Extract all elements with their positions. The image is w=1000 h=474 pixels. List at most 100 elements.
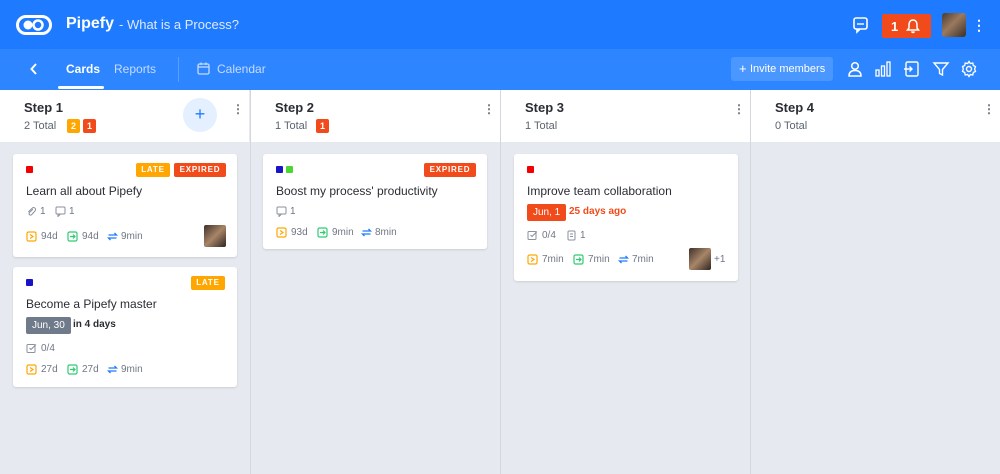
column-title[interactable]: Step 1 xyxy=(24,100,63,115)
tab-cards[interactable]: Cards xyxy=(66,62,100,76)
total-time-icon xyxy=(67,231,78,242)
cycle-time: 7min xyxy=(632,254,654,265)
checklist-progress: 0/4 xyxy=(41,343,55,354)
cycle-time-icon xyxy=(107,232,118,241)
time-in-phase-icon xyxy=(527,254,538,265)
settings-icon[interactable] xyxy=(960,60,978,78)
total-time-icon xyxy=(67,364,78,375)
checklist-icon xyxy=(26,344,37,353)
column-menu-icon[interactable]: ⋮ xyxy=(983,103,995,115)
total-time-icon xyxy=(317,227,328,238)
plus-icon: + xyxy=(739,61,747,76)
card-improve-collaboration[interactable]: Improve team collaboration Jun, 1 25 day… xyxy=(514,154,738,281)
top-bar: Pipefy - What is a Process? 1 ⋮ xyxy=(0,0,1000,49)
expired-tag: EXPIRED xyxy=(174,163,226,177)
time-in-phase: 27d xyxy=(41,364,58,375)
import-icon[interactable] xyxy=(903,60,921,78)
cycle-time: 9min xyxy=(121,364,143,375)
due-relative: in 4 days xyxy=(73,319,116,330)
time-in-phase: 93d xyxy=(291,227,308,238)
nav-divider xyxy=(178,57,179,82)
phase-column-step-2: Step 2 1 Total 1 ⋮ EXPIRED Boost my proc… xyxy=(251,90,500,474)
kebab-icon[interactable]: ⋮ xyxy=(972,18,986,32)
column-header: Step 4 0 Total ⋮ xyxy=(751,90,1000,142)
label-red xyxy=(26,166,33,173)
attachment-icon xyxy=(27,207,37,216)
column-title[interactable]: Step 4 xyxy=(775,100,814,115)
late-tag: LATE xyxy=(191,276,225,290)
total-time: 27d xyxy=(82,364,99,375)
due-date-badge: Jun, 1 xyxy=(527,204,567,221)
filter-icon[interactable] xyxy=(932,60,950,78)
card-boost-productivity[interactable]: EXPIRED Boost my process' productivity 1… xyxy=(263,154,487,249)
cycle-time-icon xyxy=(618,255,629,264)
late-tag: LATE xyxy=(136,163,170,177)
column-menu-icon[interactable]: ⋮ xyxy=(733,103,745,115)
column-title[interactable]: Step 3 xyxy=(525,100,564,115)
add-card-button[interactable]: + xyxy=(183,98,217,132)
assignee-avatar[interactable] xyxy=(689,248,711,270)
time-in-phase-icon xyxy=(26,231,37,242)
column-menu-icon[interactable]: ⋮ xyxy=(232,103,244,115)
checklist-progress: 0/4 xyxy=(542,230,556,241)
comment-icon xyxy=(276,206,287,217)
time-in-phase: 7min xyxy=(542,254,564,265)
column-total: 1 Total xyxy=(275,120,308,132)
label-red xyxy=(527,166,534,173)
pipefy-logo-icon[interactable] xyxy=(16,15,52,35)
card-title: Boost my process' productivity xyxy=(276,184,438,198)
attachment-icon xyxy=(567,230,576,241)
expired-tag: EXPIRED xyxy=(424,163,476,177)
notification-count: 1 xyxy=(891,19,899,34)
late-count-badge: 2 xyxy=(67,119,80,133)
card-learn-pipefy[interactable]: LATE EXPIRED Learn all about Pipefy 1 1 … xyxy=(13,154,237,257)
cycle-time-icon xyxy=(361,228,372,237)
phase-column-step-4: Step 4 0 Total ⋮ xyxy=(751,90,1000,474)
card-pipefy-master[interactable]: LATE Become a Pipefy master Jun, 30 in 4… xyxy=(13,267,237,387)
attachment-count: 1 xyxy=(580,230,586,241)
column-header: Step 2 1 Total 1 ⋮ xyxy=(251,90,500,142)
label-blue xyxy=(276,166,283,173)
total-time: 9min xyxy=(332,227,354,238)
tab-reports[interactable]: Reports xyxy=(114,62,156,76)
cycle-time: 9min xyxy=(121,231,143,242)
extra-members-count[interactable]: +1 xyxy=(714,254,725,265)
chat-icon[interactable] xyxy=(852,16,870,34)
label-blue xyxy=(26,279,33,286)
assignee-avatar[interactable] xyxy=(204,225,226,247)
back-icon[interactable] xyxy=(28,61,40,77)
column-menu-icon[interactable]: ⋮ xyxy=(483,103,495,115)
pipe-title[interactable]: - What is a Process? xyxy=(119,17,239,32)
phase-column-step-1: Step 1 2 Total 2 1 + ⋮ LATE EXPIRED Lear… xyxy=(0,90,249,474)
tab-calendar[interactable]: Calendar xyxy=(217,62,266,76)
column-total: 1 Total xyxy=(525,120,558,132)
notifications-button[interactable]: 1 xyxy=(882,14,931,38)
label-green xyxy=(286,166,293,173)
column-title[interactable]: Step 2 xyxy=(275,100,314,115)
total-time: 94d xyxy=(82,231,99,242)
person-icon[interactable] xyxy=(846,60,864,78)
time-in-phase-icon xyxy=(26,364,37,375)
nav-bar: Cards Reports Calendar + Invite members xyxy=(0,49,1000,90)
active-tab-indicator xyxy=(58,86,104,89)
comment-count: 1 xyxy=(69,206,75,217)
card-title: Become a Pipefy master xyxy=(26,297,157,311)
app-name[interactable]: Pipefy xyxy=(66,15,114,33)
comment-count: 1 xyxy=(290,206,296,217)
calendar-icon[interactable] xyxy=(197,62,210,75)
column-header: Step 3 1 Total ⋮ xyxy=(501,90,750,142)
column-total: 0 Total xyxy=(775,120,808,132)
comment-icon xyxy=(55,206,66,217)
expired-count-badge: 1 xyxy=(83,119,96,133)
user-avatar[interactable] xyxy=(942,13,966,37)
cycle-time-icon xyxy=(107,365,118,374)
time-in-phase-icon xyxy=(276,227,287,238)
column-total: 2 Total xyxy=(24,120,57,132)
card-title: Learn all about Pipefy xyxy=(26,184,143,198)
bell-icon xyxy=(906,19,920,34)
due-relative: 25 days ago xyxy=(569,206,627,217)
due-date-badge: Jun, 30 xyxy=(26,317,71,334)
cycle-time: 8min xyxy=(375,227,397,238)
invite-members-button[interactable]: + Invite members xyxy=(731,57,833,81)
bar-chart-icon[interactable] xyxy=(874,60,892,78)
